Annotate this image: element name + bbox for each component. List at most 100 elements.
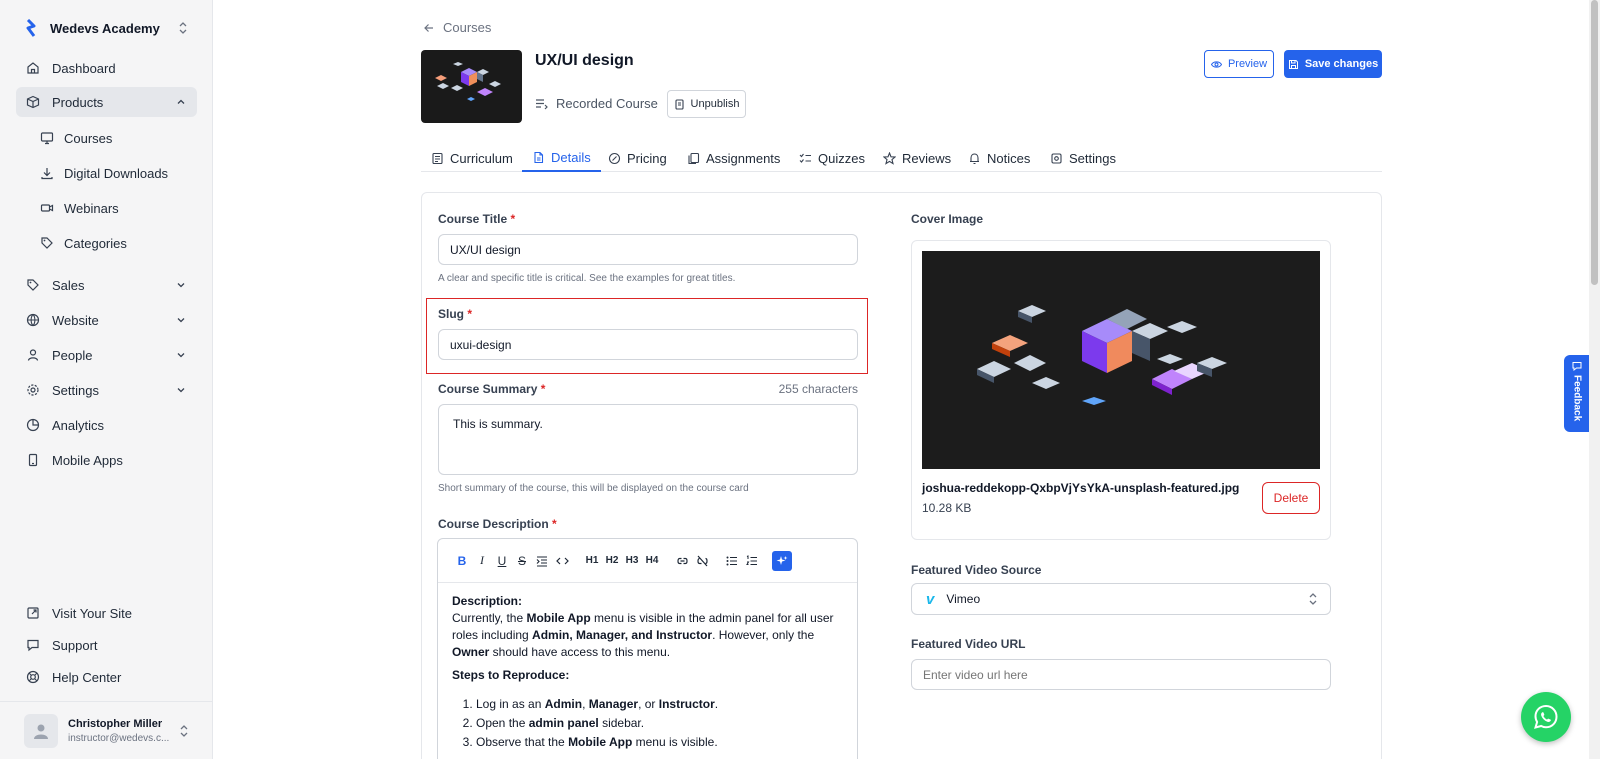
slug-label: Slug * [438, 307, 472, 321]
course-title-help: A clear and specific title is critical. … [438, 273, 736, 284]
sidebar-item-analytics[interactable]: Analytics [16, 410, 197, 440]
tab-pricing[interactable]: Pricing [608, 144, 667, 172]
code-icon [555, 557, 569, 564]
tab-quizzes[interactable]: Quizzes [799, 144, 865, 172]
preview-button[interactable]: Preview [1204, 50, 1274, 78]
tab-settings[interactable]: Settings [1050, 144, 1116, 172]
chevron-updown-icon [178, 21, 188, 35]
heading1-button[interactable]: H1 [582, 551, 602, 571]
copy-icon [688, 152, 700, 164]
sidebar-subitem-label: Categories [64, 235, 127, 251]
editor-text: menu is visible. [632, 735, 718, 749]
tab-label: Pricing [627, 150, 667, 166]
editor-content[interactable]: Description: Currently, the Mobile App m… [438, 583, 857, 759]
course-description-label: Course Description * [438, 517, 557, 531]
sidebar-item-dashboard[interactable]: Dashboard [16, 53, 197, 83]
editor-bold-text: Mobile App [526, 611, 591, 625]
sidebar-item-settings[interactable]: Settings [16, 375, 197, 405]
tab-label: Reviews [902, 150, 952, 166]
user-name: Christopher Miller [68, 717, 163, 730]
sidebar-item-label: Mobile Apps [52, 452, 123, 468]
indent-button[interactable] [532, 551, 552, 571]
course-title-input[interactable]: UX/UI design [438, 234, 858, 265]
save-changes-button[interactable]: Save changes [1284, 50, 1382, 78]
unlink-button[interactable] [692, 551, 712, 571]
pricing-icon [608, 152, 621, 164]
chevron-down-icon [177, 318, 185, 323]
course-summary-help: Short summary of the course, this will b… [438, 483, 749, 494]
save-icon [1288, 59, 1298, 69]
italic-button[interactable]: I [472, 551, 492, 571]
tab-notices[interactable]: Notices [968, 144, 1030, 172]
sidebar-item-products[interactable]: Products [16, 87, 197, 117]
chat-icon [1572, 362, 1582, 371]
tab-reviews[interactable]: Reviews [883, 144, 951, 172]
course-description-label-text: Course Description [438, 517, 549, 531]
heading2-button[interactable]: H2 [602, 551, 622, 571]
sidebar-subitem-label: Digital Downloads [64, 165, 169, 181]
tag-icon [26, 278, 40, 292]
video-url-input[interactable] [911, 659, 1331, 690]
sidebar-item-label: Help Center [52, 669, 122, 685]
bullet-list-button[interactable] [722, 551, 742, 571]
scrollbar-thumb[interactable] [1591, 0, 1598, 285]
save-changes-label: Save changes [1304, 58, 1379, 70]
ai-assist-button[interactable] [772, 550, 792, 571]
sidebar-item-mobile-apps[interactable]: Mobile Apps [16, 445, 197, 475]
sidebar-subitem-digital-downloads[interactable]: Digital Downloads [40, 159, 197, 187]
tab-details[interactable]: Details [522, 144, 601, 172]
tab-label: Assignments [706, 150, 781, 166]
editor-bold-text: Mobile App [568, 735, 633, 749]
sidebar-item-label: Website [52, 312, 99, 328]
bold-button[interactable]: B [452, 551, 472, 571]
page-scrollbar[interactable] [1589, 0, 1600, 759]
download-icon [40, 166, 54, 180]
brand-switcher[interactable]: Wedevs Academy [24, 16, 188, 40]
tab-assignments[interactable]: Assignments [687, 144, 780, 172]
file-icon [534, 151, 544, 163]
back-link-label: Courses [443, 20, 492, 35]
sidebar-item-people[interactable]: People [16, 340, 197, 370]
course-title-label-text: Course Title [438, 212, 508, 226]
heading4-button[interactable]: H4 [642, 551, 662, 571]
chevron-down-icon [177, 353, 185, 358]
sidebar-item-support[interactable]: Support [16, 630, 197, 660]
user-menu[interactable]: Christopher Miller instructor@wedevs.c..… [0, 701, 213, 759]
whatsapp-button[interactable] [1521, 692, 1571, 742]
sidebar-subitem-webinars[interactable]: Webinars [40, 194, 197, 222]
code-button[interactable] [552, 551, 572, 571]
course-summary-textarea[interactable]: This is summary. [438, 404, 858, 475]
unpublish-button[interactable]: Unpublish [667, 90, 746, 118]
sidebar-item-sales[interactable]: Sales [16, 270, 197, 300]
sidebar-item-help-center[interactable]: Help Center [16, 662, 197, 692]
strikethrough-button[interactable]: S [512, 551, 532, 571]
sidebar-item-label: Dashboard [52, 60, 116, 76]
ordered-list-button[interactable] [742, 551, 762, 571]
sidebar-subitem-courses[interactable]: Courses [40, 124, 197, 152]
sidebar-subitem-label: Courses [64, 130, 113, 146]
feedback-tab[interactable]: Feedback [1564, 355, 1590, 432]
unpublish-label: Unpublish [690, 98, 740, 110]
video-source-select[interactable]: v Vimeo [911, 583, 1331, 615]
tab-curriculum[interactable]: Curriculum [431, 144, 513, 172]
link-button[interactable] [672, 551, 692, 571]
tags-icon [40, 236, 54, 250]
editor-bold-text: Owner [452, 645, 490, 659]
video-source-value: Vimeo [946, 592, 981, 606]
chevron-up-icon [177, 99, 185, 104]
description-editor: B I U S H1 H2 H3 H4 Description: Current… [437, 538, 858, 759]
course-type: Recorded Course [535, 96, 658, 111]
slug-input[interactable]: uxui-design [438, 329, 858, 360]
delete-cover-button[interactable]: Delete [1262, 482, 1320, 514]
sidebar-item-website[interactable]: Website [16, 305, 197, 335]
sidebar-subitem-categories[interactable]: Categories [40, 229, 197, 257]
list-icon [536, 99, 548, 110]
curriculum-icon [432, 152, 443, 164]
sidebar-item-visit-site[interactable]: Visit Your Site [16, 598, 197, 628]
chevron-down-icon [177, 388, 185, 393]
tab-label: Settings [1069, 150, 1116, 166]
heading3-button[interactable]: H3 [622, 551, 642, 571]
back-to-courses-link[interactable]: Courses [423, 20, 491, 35]
gear-icon [1051, 152, 1062, 164]
underline-button[interactable]: U [492, 551, 512, 571]
